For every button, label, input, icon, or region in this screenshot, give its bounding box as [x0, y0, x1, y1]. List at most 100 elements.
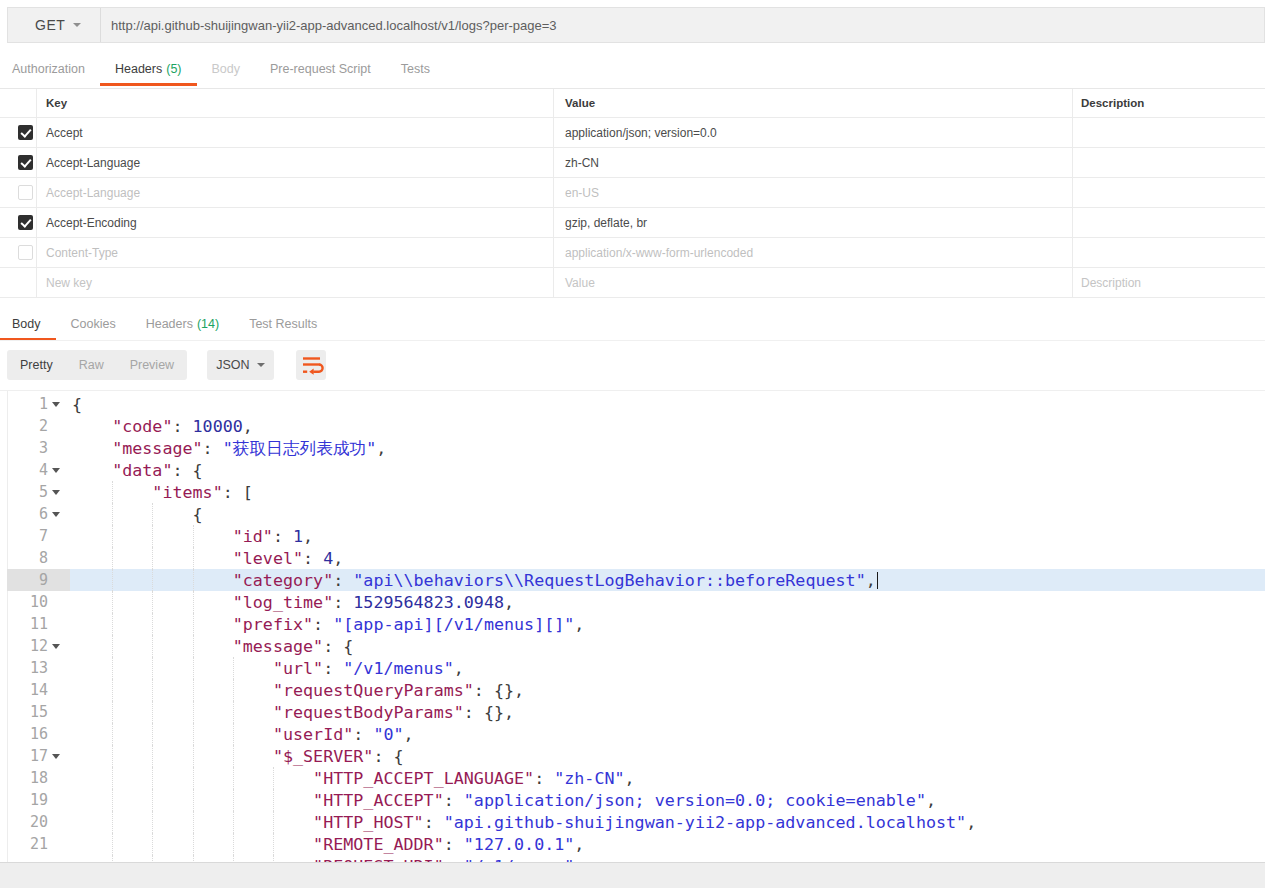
code-text: "category": "api\\behaviors\\RequestLogB…	[0, 570, 878, 590]
code-line: 8"level": 4,	[0, 547, 1265, 569]
format-dropdown[interactable]: JSON	[207, 350, 274, 380]
checkbox-cell	[0, 178, 37, 207]
code-line: 13"url": "/v1/menus",	[0, 657, 1265, 679]
chevron-down-icon	[257, 363, 265, 367]
headers-table-header: KeyValueDescription	[0, 89, 1265, 118]
column-header-key: Key	[37, 89, 554, 117]
value-cell[interactable]: application/x-www-form-urlencoded	[565, 246, 753, 260]
value-cell[interactable]: gzip, deflate, br	[565, 216, 647, 230]
code-line: 5"items": [	[0, 481, 1265, 503]
url-input[interactable]: http://api.github-shuijingwan-yii2-app-a…	[101, 8, 1264, 42]
checkbox-cell	[0, 118, 37, 147]
row-checkbox[interactable]	[18, 125, 33, 140]
code-text: {	[0, 504, 203, 524]
tab-count: (14)	[197, 317, 219, 331]
wrap-text-button[interactable]	[296, 350, 326, 380]
code-text: "prefix": "[app-api][/v1/menus][]",	[0, 614, 584, 634]
header-row: Content-Type application/x-www-form-urlen…	[0, 238, 1265, 268]
header-cell-empty	[0, 89, 37, 117]
method-selector[interactable]: GET	[8, 8, 101, 42]
value-cell[interactable]: application/json; version=0.0	[565, 126, 717, 140]
wrap-text-icon	[296, 350, 326, 380]
key-cell[interactable]: Accept-Language	[46, 186, 140, 200]
value-cell[interactable]: zh-CN	[565, 156, 599, 170]
description-cell[interactable]: Description	[1081, 276, 1141, 290]
method-label: GET	[35, 17, 65, 33]
code-line: 9"category": "api\\behaviors\\RequestLog…	[0, 569, 1265, 591]
code-text: "message": {	[0, 636, 353, 656]
response-tab-test-results[interactable]: Test Results	[234, 310, 332, 341]
code-line: 12"message": {	[0, 635, 1265, 657]
code-line: 21"REMOTE_ADDR": "127.0.0.1",	[0, 833, 1265, 855]
tab-label: Headers	[115, 62, 162, 76]
tab-label: Body	[12, 317, 41, 331]
tab-tests[interactable]: Tests	[386, 55, 445, 86]
code-text: "HTTP_ACCEPT_LANGUAGE": "zh-CN",	[0, 768, 635, 788]
response-tab-cookies[interactable]: Cookies	[56, 310, 131, 341]
tab-body[interactable]: Body	[197, 55, 256, 86]
header-row: Accept application/json; version=0.0	[0, 118, 1265, 148]
code-text: "code": 10000,	[0, 416, 253, 436]
row-checkbox[interactable]	[18, 245, 33, 260]
request-tabs: Authorization Headers (5) BodyPre-request S…	[0, 55, 445, 86]
code-text: "requestBodyParams": {},	[0, 702, 514, 722]
chevron-down-icon	[73, 23, 81, 27]
tab-label: Test Results	[249, 317, 317, 331]
column-header-value: Value	[554, 89, 1073, 117]
key-cell[interactable]: Content-Type	[46, 246, 118, 260]
code-text: "url": "/v1/menus",	[0, 658, 464, 678]
code-text: "items": [	[0, 482, 253, 502]
code-line: 1{	[0, 393, 1265, 415]
code-text: "$_SERVER": {	[0, 746, 404, 766]
code-line: 17"$_SERVER": {	[0, 745, 1265, 767]
key-cell[interactable]: Accept	[46, 126, 83, 140]
row-checkbox[interactable]	[18, 215, 33, 230]
code-text: "log_time": 1529564823.0948,	[0, 592, 514, 612]
tab-authorization[interactable]: Authorization	[0, 55, 100, 86]
tab-count: (5)	[166, 62, 181, 76]
tab-label: Cookies	[71, 317, 116, 331]
checkbox-cell	[0, 208, 37, 237]
code-line: 20"HTTP_HOST": "api.github-shuijingwan-y…	[0, 811, 1265, 833]
code-line: 16"userId": "0",	[0, 723, 1265, 745]
response-tabs-divider	[0, 340, 1265, 341]
code-line: 10"log_time": 1529564823.0948,	[0, 591, 1265, 613]
row-checkbox[interactable]	[18, 185, 33, 200]
key-cell[interactable]: New key	[46, 276, 92, 290]
column-header-description: Description	[1073, 89, 1265, 117]
code-text: "HTTP_HOST": "api.github-shuijingwan-yii…	[0, 812, 976, 832]
view-mode-pretty[interactable]: Pretty	[7, 350, 66, 380]
code-line: 14"requestQueryParams": {},	[0, 679, 1265, 701]
headers-table: KeyValueDescriptionAcceptapplication/jso…	[0, 88, 1265, 298]
code-line: 11"prefix": "[app-api][/v1/menus][]",	[0, 613, 1265, 635]
view-mode-preview[interactable]: Preview	[117, 350, 187, 380]
response-view-bar: PrettyRawPreview JSON	[7, 350, 326, 380]
code-line: 15"requestBodyParams": {},	[0, 701, 1265, 723]
response-body-editor[interactable]: 1{2"code": 10000,3"message": "获取日志列表成功",…	[0, 390, 1265, 862]
code-text: "HTTP_ACCEPT": "application/json; versio…	[0, 790, 936, 810]
view-mode-group: PrettyRawPreview	[7, 350, 187, 380]
code-text: "level": 4,	[0, 548, 343, 568]
code-line: 18"HTTP_ACCEPT_LANGUAGE": "zh-CN",	[0, 767, 1265, 789]
response-tab-body[interactable]: Body	[0, 310, 56, 341]
code-text: "message": "获取日志列表成功",	[0, 438, 386, 458]
view-mode-raw[interactable]: Raw	[66, 350, 117, 380]
tab-label: Headers	[146, 317, 193, 331]
request-url-bar: GET http://api.github-shuijingwan-yii2-a…	[7, 7, 1265, 43]
response-tabs: Body Cookies Headers (14) Test Results	[0, 310, 332, 341]
row-checkbox[interactable]	[18, 155, 33, 170]
value-cell[interactable]: en-US	[565, 186, 599, 200]
code-line: 3"message": "获取日志列表成功",	[0, 437, 1265, 459]
code-text: "data": {	[0, 460, 203, 480]
tab-headers[interactable]: Headers (5)	[100, 55, 197, 86]
key-cell[interactable]: Accept-Encoding	[46, 216, 137, 230]
code-text: {	[0, 394, 82, 414]
code-text: "requestQueryParams": {},	[0, 680, 524, 700]
header-row: Accept-Encoding gzip, deflate, br	[0, 208, 1265, 238]
response-tab-headers[interactable]: Headers (14)	[131, 310, 234, 341]
value-cell[interactable]: Value	[565, 276, 595, 290]
code-text: "REMOTE_ADDR": "127.0.0.1",	[0, 834, 584, 854]
key-cell[interactable]: Accept-Language	[46, 156, 140, 170]
tab-label: Authorization	[12, 62, 85, 76]
tab-pre-request-script[interactable]: Pre-request Script	[255, 55, 386, 86]
